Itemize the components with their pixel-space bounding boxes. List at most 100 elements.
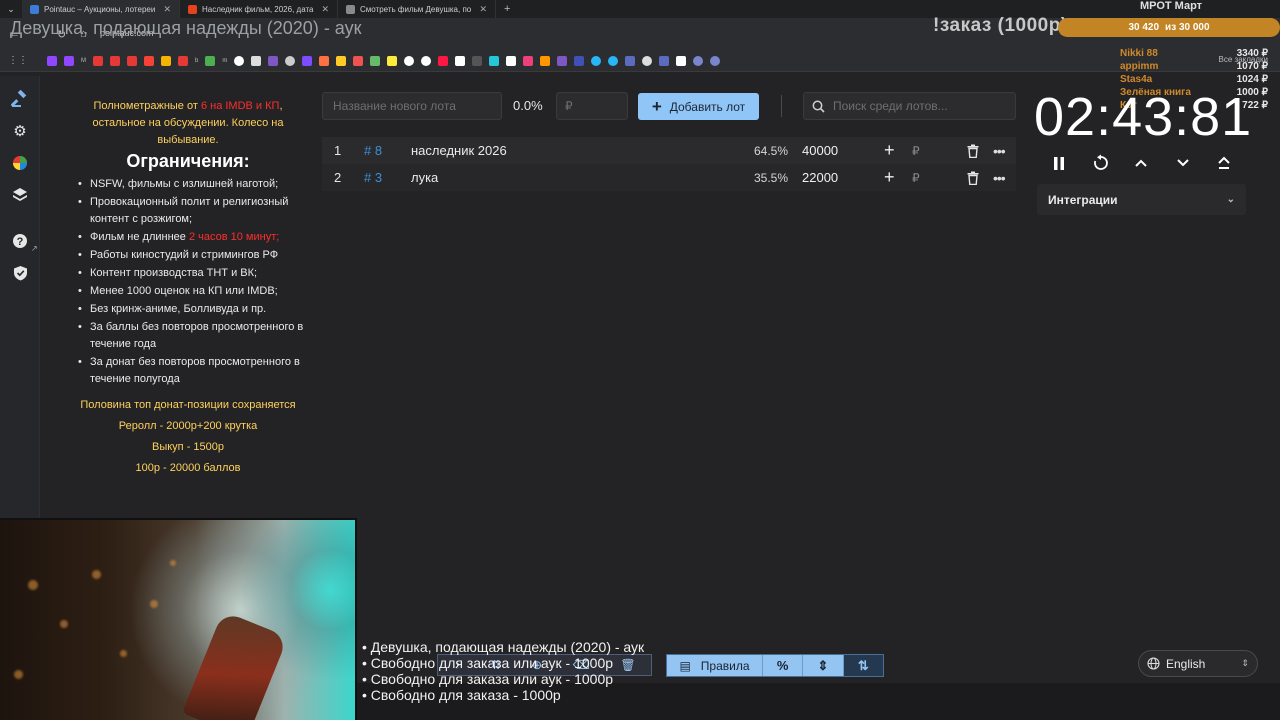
lot-currency[interactable]: ₽ [912,171,920,185]
pause-icon[interactable] [1048,152,1070,174]
lot-search-input[interactable] [833,99,1008,113]
lot-row[interactable]: 1 # 8 наследник 2026 64.5% 40000 + ₽ ••• [322,137,1016,164]
bookmark-icon[interactable] [421,55,432,66]
bookmark-twitch-icon[interactable] [47,55,57,66]
lot-search[interactable] [803,92,1016,120]
language-select[interactable]: English ⇕ [1138,650,1258,677]
bookmark-mail-icon[interactable] [161,55,171,66]
bookmark-icon[interactable] [353,55,364,66]
browser-tabbar: ⌄ Pointauc – Аукционы, лотереи ✕ Наследн… [0,0,1280,18]
timer-double-up-icon[interactable] [1213,152,1235,174]
restriction-text: Работы киностудий и стримингов РФ [90,249,279,261]
restriction-item: За донат без повторов просмотренного в т… [66,354,310,388]
bookmark-icon[interactable] [523,55,534,66]
bookmark-icon[interactable] [540,55,551,66]
close-tab-icon[interactable]: ✕ [163,4,171,15]
lot-name[interactable]: лука [411,170,438,185]
timer-decrease-icon[interactable] [1172,152,1194,174]
bookmark-icon[interactable] [676,55,687,66]
restriction-item: NSFW, фильмы с излишней наготой; [66,176,310,193]
bookmark-telegram-icon[interactable] [608,55,619,66]
bookmark-icon[interactable] [693,55,704,66]
tab-list-chevron-icon[interactable]: ⌄ [0,4,22,15]
bookmark-icon[interactable] [285,55,296,66]
bookmark-icon[interactable] [506,55,517,66]
bookmark-icon[interactable] [625,55,636,66]
percent-toggle-button[interactable]: % [762,655,803,676]
bookmark-youtube-icon[interactable] [110,55,120,66]
auction-rules-panel: Полнометражные от 6 на IMDB и КП, осталь… [66,98,310,477]
bookmark-icon[interactable] [268,55,279,66]
close-tab-icon[interactable]: ✕ [321,4,329,15]
bookmark-icon[interactable] [387,55,398,66]
lot-id: # 3 [364,170,383,185]
add-amount-plus-icon[interactable]: + [884,167,895,188]
add-amount-plus-icon[interactable]: + [884,140,895,161]
search-icon [812,100,825,113]
delete-trash-icon[interactable] [966,171,980,185]
layers-icon[interactable] [11,186,29,204]
bookmark-icon[interactable] [659,55,670,66]
reset-timer-icon[interactable] [1090,152,1112,174]
queue-item: • Свободно для заказа или аук - 1000р [362,671,614,687]
bookmark-icon[interactable] [710,55,721,66]
bookmark-icon[interactable] [370,55,381,66]
restriction-text: Фильм не длиннее [90,231,189,243]
close-tab-icon[interactable]: ✕ [479,4,487,15]
help-icon[interactable]: ? [11,232,29,250]
delete-trash-icon[interactable] [966,144,980,158]
add-lot-button[interactable]: + Добавить лот [638,93,759,120]
bookmark-icon[interactable] [64,55,74,66]
timer-increase-icon[interactable] [1130,152,1152,174]
new-lot-amount-input[interactable] [556,92,628,120]
bookmark-youtube-icon[interactable] [127,55,137,66]
new-lot-name-input[interactable] [322,92,502,120]
bookmark-youtube-icon[interactable] [93,55,103,66]
bookmark-icon[interactable] [404,55,415,66]
bookmark-icon[interactable] [336,55,347,66]
new-tab-icon[interactable]: + [496,3,518,15]
bookmark-telegram-icon[interactable] [591,55,602,66]
browser-tab-naslednik[interactable]: Наследник фильм, 2026, дата ✕ [180,0,338,18]
shield-icon[interactable] [11,264,29,282]
more-options-icon[interactable]: ••• [993,143,1006,159]
bookmark-icon[interactable] [302,55,313,66]
bookmark-icon[interactable] [574,55,585,66]
rules-button[interactable]: ▤ Правила [667,655,762,676]
bookmark-icon[interactable] [472,55,483,66]
pointauc-favicon-icon [30,4,39,14]
settings-gear-icon[interactable]: ⚙ [11,122,29,140]
bookmark-icon[interactable] [319,55,330,66]
language-label: English [1166,656,1206,671]
bookmark-icon[interactable] [557,55,568,66]
lot-name[interactable]: наследник 2026 [411,143,507,158]
bookmark-icon[interactable] [178,55,188,66]
bookmark-icon[interactable] [251,55,262,66]
browser-tab-pointauc[interactable]: Pointauc – Аукционы, лотереи ✕ [22,0,180,18]
bookmark-icon[interactable] [438,55,449,66]
bookmark-label[interactable]: m [222,58,227,64]
sort-icon[interactable]: ⇅ [842,655,883,676]
bookmark-icon[interactable] [205,55,216,66]
integrations-dropdown[interactable]: Интеграции ⌄ [1037,184,1246,215]
browser-tab-film[interactable]: Смотреть фильм Девушка, по ✕ [338,0,496,18]
bookmark-icon[interactable] [144,55,154,66]
lot-amount[interactable]: 22000 [802,170,838,185]
wheel-icon[interactable] [11,154,29,172]
bookmark-label[interactable]: M [81,58,86,64]
split-icon[interactable]: ⇕ [802,655,843,676]
bookmark-icon[interactable] [455,55,466,66]
bookmark-icon[interactable] [234,55,245,66]
bookmark-icon[interactable] [489,55,500,66]
bookmark-label[interactable]: b [195,58,198,64]
lot-amount[interactable]: 40000 [802,143,838,158]
stream-title: Девушка, подающая надежды (2020) - аук [10,18,362,38]
restriction-item: Без кринж-аниме, Болливуда и пр. [66,301,310,318]
globe-icon [1147,657,1160,670]
lot-row[interactable]: 2 # 3 лука 35.5% 22000 + ₽ ••• [322,164,1016,191]
more-options-icon[interactable]: ••• [993,170,1006,186]
auction-gavel-icon[interactable] [11,90,29,108]
bookmark-icon[interactable] [642,55,653,66]
apps-grid-icon[interactable]: ⋮⋮ [8,55,28,66]
lot-currency[interactable]: ₽ [912,144,920,158]
